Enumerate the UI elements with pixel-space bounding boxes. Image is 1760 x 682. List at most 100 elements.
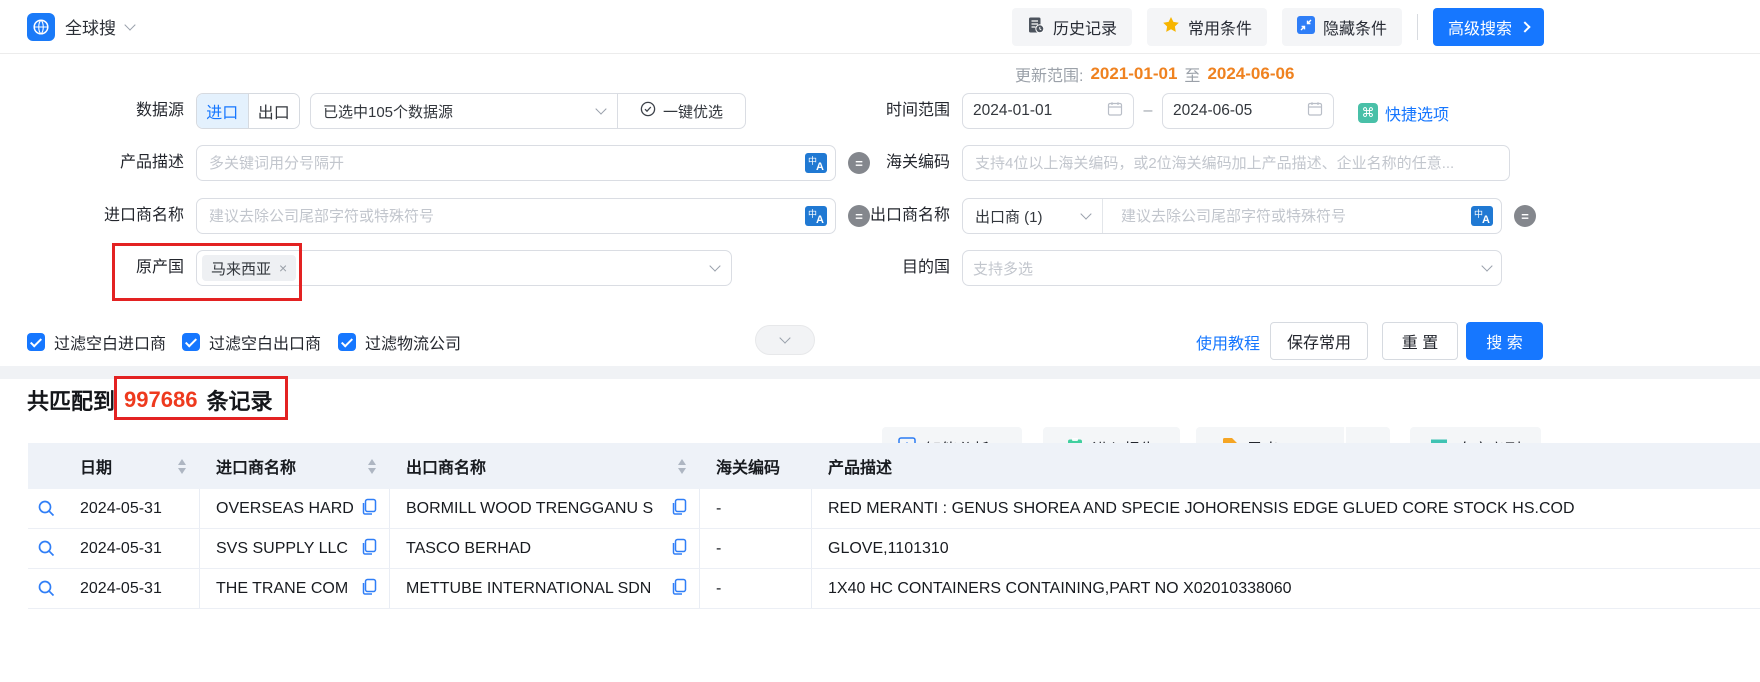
- importer-field: 中A: [196, 198, 836, 234]
- destination-country-select[interactable]: 支持多选: [962, 250, 1502, 286]
- importer-name: SVS SUPPLY LLC: [216, 540, 348, 558]
- hs-code-input[interactable]: [973, 146, 1499, 180]
- date-separator: –: [1134, 93, 1162, 129]
- chevron-down-icon: [595, 103, 606, 114]
- app-title: 全球搜: [65, 14, 116, 39]
- row-search-button[interactable]: [28, 489, 64, 528]
- result-suffix: 条记录: [206, 384, 272, 416]
- filter-blank-exporter-checkbox[interactable]: 过滤空白出口商: [182, 331, 321, 353]
- sort-icon: [178, 459, 186, 474]
- remove-tag-icon[interactable]: ×: [279, 260, 287, 276]
- exporter-name: TASCO BERHAD: [406, 540, 531, 558]
- hs-code-field: [962, 145, 1510, 181]
- copy-icon[interactable]: [670, 578, 687, 600]
- header-label: 海关编码: [716, 454, 780, 478]
- tab-import[interactable]: 进口: [197, 94, 248, 128]
- section-divider: [0, 366, 1760, 379]
- hs-code-label: 海关编码: [766, 145, 950, 181]
- update-range: 更新范围: 2021-01-01 至 2024-06-06: [1015, 62, 1294, 86]
- data-source-group: 已选中105个数据源 一键优选: [310, 93, 746, 129]
- hide-conditions-button[interactable]: 隐藏条件: [1282, 8, 1402, 46]
- top-bar-actions: 历史记录 常用条件 隐藏条件 高级搜索: [1012, 8, 1544, 46]
- copy-icon[interactable]: [360, 578, 377, 600]
- advanced-search-button[interactable]: 高级搜索: [1433, 8, 1544, 46]
- exporter-label: 出口商名称: [766, 198, 950, 234]
- favorites-button[interactable]: 常用条件: [1147, 8, 1267, 46]
- save-common-button[interactable]: 保存常用: [1270, 322, 1368, 360]
- data-source-selected: 已选中105个数据源: [323, 101, 453, 122]
- origin-country-label: 原产国: [0, 250, 184, 286]
- cell-hs-code: -: [700, 569, 812, 608]
- one-click-optimize-button[interactable]: 一键优选: [617, 94, 745, 128]
- chevron-down-icon: [1080, 208, 1091, 219]
- copy-icon[interactable]: [360, 498, 377, 520]
- copy-icon[interactable]: [670, 498, 687, 520]
- time-range-label: 时间范围: [766, 93, 950, 129]
- cell-description: GLOVE,1101310: [812, 529, 1760, 568]
- cell-description: RED MERANTI : GENUS SHOREA AND SPECIE JO…: [812, 489, 1760, 528]
- results-summary: 共匹配到 997686 条记录: [27, 384, 272, 416]
- copy-icon[interactable]: [670, 538, 687, 560]
- header-cell-date[interactable]: 日期: [64, 443, 200, 489]
- exporter-type-selected: 出口商 (1): [975, 206, 1043, 227]
- result-prefix: 共匹配到: [27, 384, 115, 416]
- checkbox-checked-icon: [27, 333, 45, 351]
- tutorial-link[interactable]: 使用教程: [1196, 330, 1260, 354]
- cell-hs-code: -: [700, 489, 812, 528]
- results-table: 日期 进口商名称 出口商名称 海关编码 产品描述 2024-05-31: [28, 443, 1760, 609]
- header-cell-hs-code: 海关编码: [700, 443, 812, 489]
- end-date-input[interactable]: 2024-06-05: [1162, 93, 1334, 129]
- app-switcher[interactable]: 全球搜: [27, 13, 134, 41]
- update-range-start: 2021-01-01: [1090, 64, 1177, 84]
- data-source-select[interactable]: 已选中105个数据源: [311, 94, 617, 128]
- exporter-name: BORMILL WOOD TRENGGANU S: [406, 500, 653, 518]
- selected-country-tag[interactable]: 马来西亚 ×: [202, 255, 296, 281]
- equals-circle-icon[interactable]: =: [1514, 205, 1536, 227]
- chevron-down-icon: [1481, 260, 1492, 271]
- row-search-button[interactable]: [28, 529, 64, 568]
- filter-blank-importer-checkbox[interactable]: 过滤空白进口商: [27, 331, 166, 353]
- header-cell-importer[interactable]: 进口商名称: [200, 443, 390, 489]
- cell-description: 1X40 HC CONTAINERS CONTAINING,PART NO X0…: [812, 569, 1760, 608]
- cell-date: 2024-05-31: [64, 529, 200, 568]
- header-cell-description: 产品描述: [812, 443, 1760, 489]
- origin-country-select[interactable]: 马来西亚 ×: [196, 250, 732, 286]
- cell-exporter: BORMILL WOOD TRENGGANU S: [390, 489, 700, 528]
- search-button[interactable]: 搜 索: [1466, 322, 1543, 360]
- exporter-name: METTUBE INTERNATIONAL SDN: [406, 580, 651, 598]
- magnifier-icon: [37, 499, 56, 518]
- header-label: 出口商名称: [406, 454, 486, 478]
- history-button[interactable]: 历史记录: [1012, 8, 1132, 46]
- reset-button[interactable]: 重 置: [1382, 322, 1458, 360]
- quick-options-link[interactable]: 快捷选项: [1385, 101, 1449, 125]
- update-range-end: 2024-06-06: [1207, 64, 1294, 84]
- cell-date: 2024-05-31: [64, 489, 200, 528]
- exporter-input[interactable]: [1111, 199, 1463, 233]
- start-date-input[interactable]: 2024-01-01: [962, 93, 1134, 129]
- destination-country-label: 目的国: [766, 250, 950, 286]
- start-date-value: 2024-01-01: [973, 102, 1052, 120]
- translate-icon[interactable]: 中A: [1471, 206, 1493, 226]
- row-search-button[interactable]: [28, 569, 64, 608]
- header-cell-exporter[interactable]: 出口商名称: [390, 443, 700, 489]
- product-desc-input[interactable]: [207, 146, 797, 180]
- result-count: 997686: [124, 387, 197, 413]
- update-range-label: 更新范围:: [1015, 62, 1083, 86]
- checkbox-checked-icon: [182, 333, 200, 351]
- calendar-icon: [1307, 101, 1323, 122]
- calendar-icon: [1107, 101, 1123, 122]
- header-label: 日期: [80, 454, 112, 478]
- hide-conditions-label: 隐藏条件: [1323, 15, 1387, 39]
- exporter-type-select[interactable]: 出口商 (1): [963, 199, 1103, 233]
- copy-icon[interactable]: [360, 538, 377, 560]
- tab-export[interactable]: 出口: [248, 94, 300, 128]
- history-label: 历史记录: [1053, 15, 1117, 39]
- chevron-down-icon: [709, 260, 720, 271]
- cell-exporter: TASCO BERHAD: [390, 529, 700, 568]
- collapse-form-toggle[interactable]: [755, 325, 815, 355]
- table-row: 2024-05-31 THE TRANE COM METTUBE INTERNA…: [28, 569, 1760, 609]
- filter-label: 过滤空白进口商: [54, 330, 166, 354]
- magnifier-icon: [37, 539, 56, 558]
- filter-logistics-checkbox[interactable]: 过滤物流公司: [338, 331, 461, 353]
- importer-input[interactable]: [207, 199, 797, 233]
